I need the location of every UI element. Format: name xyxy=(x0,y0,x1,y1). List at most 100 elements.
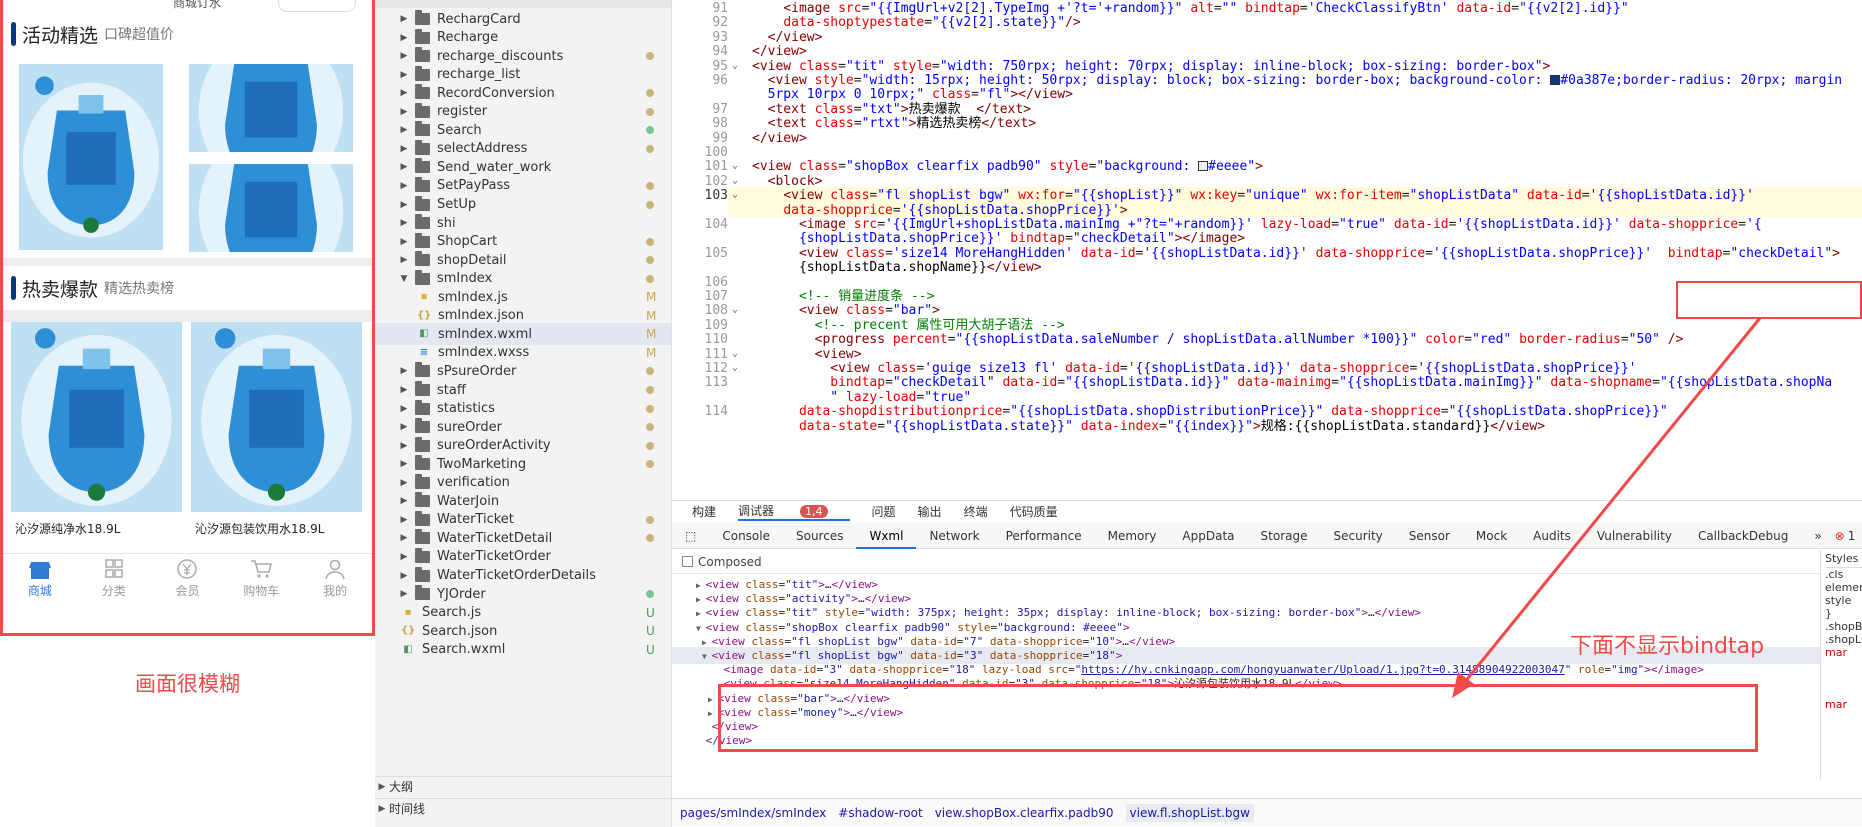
expand-down-icon[interactable]: ▼ xyxy=(696,624,706,633)
panel-tab-console[interactable]: Console xyxy=(709,523,783,549)
explorer-file[interactable]: ◧ Search.wxml U xyxy=(375,639,671,661)
tab-terminal[interactable]: 终端 xyxy=(964,503,988,520)
hot-product-card[interactable]: 沁汐源包装饮用水18.9L xyxy=(189,322,364,550)
more-tabs-button[interactable]: » xyxy=(1801,523,1834,549)
panel-tab-sensor[interactable]: Sensor xyxy=(1396,523,1463,549)
style-rule-line: .shopL xyxy=(1825,633,1862,646)
expand-down-icon[interactable]: ▼ xyxy=(702,652,712,661)
fold-chevron-icon[interactable]: ⌄ xyxy=(732,160,738,171)
timeline-section[interactable]: ▶ 时间线 xyxy=(375,798,671,818)
folder-icon xyxy=(415,232,430,248)
breadcrumb-item[interactable]: view.shopBox.clearfix.padb90 xyxy=(935,806,1114,820)
folder-icon xyxy=(415,529,430,545)
dom-node-markup: <view class="tit">…</view> xyxy=(705,578,878,591)
panel-tab-security[interactable]: Security xyxy=(1320,523,1395,549)
hot-product-card[interactable]: 沁汐源纯净水18.9L xyxy=(9,322,184,550)
tab-build[interactable]: 构建 xyxy=(692,503,716,520)
panel-tab-callbackdebug[interactable]: CallbackDebug xyxy=(1685,523,1801,549)
composed-checkbox[interactable] xyxy=(682,556,693,567)
tab-category[interactable]: 分类 xyxy=(77,554,151,603)
inspect-element-icon[interactable]: ⬚ xyxy=(672,523,709,549)
chevron-right-icon: ▶ xyxy=(400,14,408,24)
line-number: 97 xyxy=(712,101,728,117)
expand-right-icon[interactable]: ▶ xyxy=(696,595,706,604)
panel-tab-audits[interactable]: Audits xyxy=(1520,523,1584,549)
expand-right-icon[interactable]: ▶ xyxy=(696,609,706,618)
tab-code-quality[interactable]: 代码质量 xyxy=(1010,503,1058,520)
activity-product-image-bottom[interactable] xyxy=(189,164,353,252)
style-rule-line: element xyxy=(1825,581,1862,594)
expand-right-icon[interactable]: ▶ xyxy=(708,709,718,718)
breadcrumb-item[interactable]: pages/smIndex/smIndex xyxy=(680,806,826,820)
explorer-item-label: sureOrderActivity xyxy=(437,438,551,454)
json-file-icon: {} xyxy=(401,625,416,637)
panel-tab-wxml[interactable]: Wxml xyxy=(856,523,917,549)
phone-simulator: 商城订水 活动精选 口碑超值价 热卖爆款 精选热卖榜 沁汐源纯净水18.9L 沁… xyxy=(0,0,375,636)
folder-icon xyxy=(415,473,430,489)
expand-right-icon[interactable]: ▶ xyxy=(708,695,718,704)
tab-member[interactable]: 会员 xyxy=(151,554,225,603)
explorer-item-label: WaterTicketOrderDetails xyxy=(437,568,596,583)
dom-node-markup: <view class="tit" style="width: 375px; h… xyxy=(705,606,1421,620)
outline-section[interactable]: ▶ 大纲 xyxy=(375,776,671,796)
line-number: 104 xyxy=(704,217,728,232)
section-divider xyxy=(3,310,372,322)
panel-tab-storage[interactable]: Storage xyxy=(1248,523,1321,549)
panel-tab-performance[interactable]: Performance xyxy=(993,523,1095,549)
folder-icon xyxy=(415,28,430,44)
explorer-item-label: recharge_discounts xyxy=(437,48,564,64)
chevron-right-icon: ▶ xyxy=(400,88,408,99)
phone-top-bar: 商城订水 xyxy=(3,0,372,12)
chevron-right-icon: ▶ xyxy=(400,143,408,154)
code-line: <view class="shopBox clearfix padb90" st… xyxy=(752,159,1263,175)
panel-tab-memory[interactable]: Memory xyxy=(1095,523,1170,549)
expand-right-icon[interactable]: ▶ xyxy=(696,581,706,590)
breadcrumb-item[interactable]: #shadow-root xyxy=(838,806,922,820)
panel-tab-vulnerability[interactable]: Vulnerability xyxy=(1584,523,1685,549)
capsule-button[interactable] xyxy=(278,0,356,12)
git-status-badge: M xyxy=(646,308,657,323)
folder-icon xyxy=(415,65,430,81)
tab-output[interactable]: 输出 xyxy=(918,503,942,520)
error-count[interactable]: 1 xyxy=(1848,529,1856,543)
explorer-item-label: smIndex.js xyxy=(438,289,508,305)
tab-mine[interactable]: 我的 xyxy=(298,554,372,603)
tab-mall[interactable]: 商城 xyxy=(3,554,77,603)
tab-issues[interactable]: 问题 xyxy=(872,503,896,520)
git-status-dot xyxy=(646,534,654,543)
panel-tab-network[interactable]: Network xyxy=(916,523,992,549)
folder-icon xyxy=(415,10,430,25)
expand-right-icon[interactable]: ▶ xyxy=(702,638,712,647)
section-divider xyxy=(3,258,372,266)
styles-header[interactable]: Styles xyxy=(1825,550,1862,568)
line-number: 108 xyxy=(704,303,728,319)
breadcrumb-item[interactable]: view.fl.shopList.bgw xyxy=(1125,803,1254,822)
tab-cart[interactable]: 购物车 xyxy=(224,554,298,603)
chevron-right-icon: ▶ xyxy=(400,589,408,600)
style-rule-line xyxy=(1825,659,1862,672)
fold-chevron-icon[interactable]: ⌄ xyxy=(732,189,738,200)
explorer-item-label: recharge_list xyxy=(437,67,521,83)
explorer-item-label: smIndex.json xyxy=(438,308,524,324)
store-icon xyxy=(28,562,51,579)
section-subtitle: 口碑超值价 xyxy=(104,27,175,43)
panel-tab-mock[interactable]: Mock xyxy=(1463,523,1520,549)
panel-tab-appdata[interactable]: AppData xyxy=(1169,523,1247,549)
hot-product-image[interactable] xyxy=(191,322,362,512)
line-number: 109 xyxy=(704,317,728,333)
style-rule-line: .shopB xyxy=(1825,620,1862,633)
fold-chevron-icon[interactable]: ⌄ xyxy=(732,60,738,71)
fold-chevron-icon[interactable]: ⌄ xyxy=(732,362,738,373)
activity-product-image-top[interactable] xyxy=(189,64,353,152)
code-editor[interactable]: 91 <image src="{{ImgUrl+v2[2].TypeImg +'… xyxy=(672,0,1862,500)
fold-chevron-icon[interactable]: ⌄ xyxy=(732,304,738,315)
fold-chevron-icon[interactable]: ⌄ xyxy=(732,175,738,186)
explorer-item-label: smIndex xyxy=(437,271,493,287)
activity-product-image-large[interactable] xyxy=(19,64,163,250)
panel-tab-sources[interactable]: Sources xyxy=(783,523,856,549)
hot-product-image[interactable] xyxy=(11,322,182,512)
tab-debugger[interactable]: 调试器 1,4 xyxy=(738,502,850,521)
fold-chevron-icon[interactable]: ⌄ xyxy=(732,348,738,359)
